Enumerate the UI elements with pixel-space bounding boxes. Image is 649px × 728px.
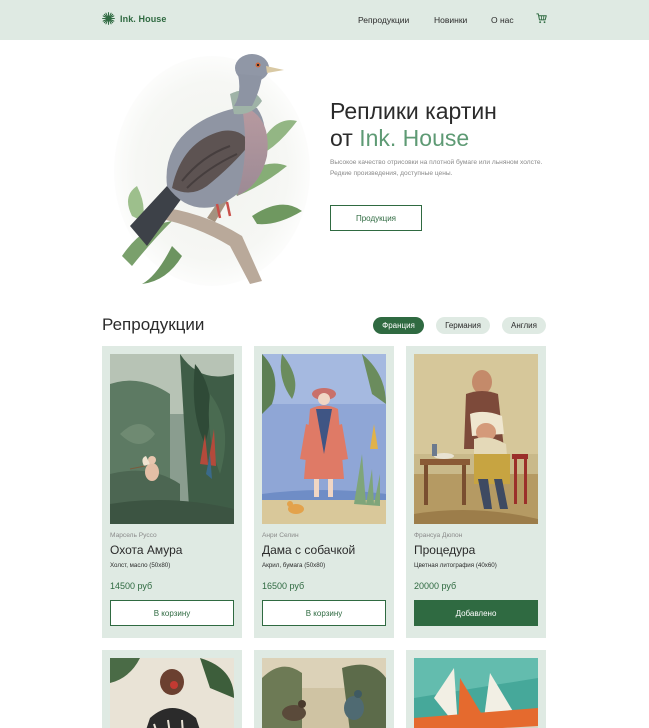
site-header: Ink. House Репродукции Новинки О нас [0, 0, 649, 40]
jungle-cupid-painting [110, 354, 234, 524]
hero-title-brand: Ink. House [359, 125, 470, 151]
product-material: Акрил, бумага (50х80) [262, 562, 326, 569]
add-to-cart-button[interactable]: В корзину [262, 600, 386, 626]
cart-icon[interactable] [536, 13, 547, 24]
abstract-sail-print [414, 658, 538, 728]
product-card: Франсуа Дюпон Процедура Цветная литограф… [406, 346, 546, 638]
birds-landscape-painting [262, 658, 386, 728]
product-card: Марсель Руссо Охота Амура Холст, масло (… [102, 346, 242, 638]
product-price: 14500 руб [110, 581, 153, 591]
logo[interactable]: Ink. House [102, 12, 167, 25]
product-title[interactable]: Процедура [414, 543, 475, 557]
product-card [102, 650, 242, 728]
add-to-cart-button[interactable]: В корзину [110, 600, 234, 626]
product-card [254, 650, 394, 728]
catalog-title: Репродукции [102, 315, 205, 334]
pigeon-illustration [114, 54, 310, 286]
filter-france[interactable]: Франция [373, 317, 424, 334]
hero-title-line2: от Ink. House [330, 125, 497, 152]
added-to-cart-button[interactable]: Добавлено [414, 600, 538, 626]
product-card: Анри Селин Дама с собачкой Акрил, бумага… [254, 346, 394, 638]
product-card [406, 650, 546, 728]
woman-portrait-painting [110, 658, 234, 728]
filter-germany[interactable]: Германия [436, 317, 490, 334]
product-price: 16500 руб [262, 581, 305, 591]
nav-link-new[interactable]: Новинки [434, 15, 467, 25]
product-material: Холст, масло (50х80) [110, 562, 171, 569]
logo-text: Ink. House [120, 13, 167, 24]
hero-subtitle: Высокое качество отрисовки на плотной бу… [330, 159, 543, 177]
product-title[interactable]: Дама с собачкой [262, 543, 355, 557]
product-price: 20000 руб [414, 581, 457, 591]
product-author: Анри Селин [262, 532, 299, 539]
product-author: Марсель Руссо [110, 532, 157, 539]
product-material: Цветная литография (40х60) [414, 562, 497, 569]
lady-with-dog-painting [262, 354, 386, 524]
product-author: Франсуа Дюпон [414, 532, 463, 539]
hero-title: Реплики картин от Ink. House [330, 98, 497, 152]
product-title[interactable]: Охота Амура [110, 543, 182, 557]
hero-title-line1: Реплики картин [330, 98, 497, 124]
procedure-lithograph [414, 354, 538, 524]
starburst-icon [102, 12, 115, 25]
filter-england[interactable]: Англия [502, 317, 546, 334]
products-button[interactable]: Продукция [330, 205, 422, 231]
nav-link-about[interactable]: О нас [491, 15, 514, 25]
nav-link-reproductions[interactable]: Репродукции [358, 15, 409, 25]
hero-title-prefix: от [330, 125, 360, 151]
